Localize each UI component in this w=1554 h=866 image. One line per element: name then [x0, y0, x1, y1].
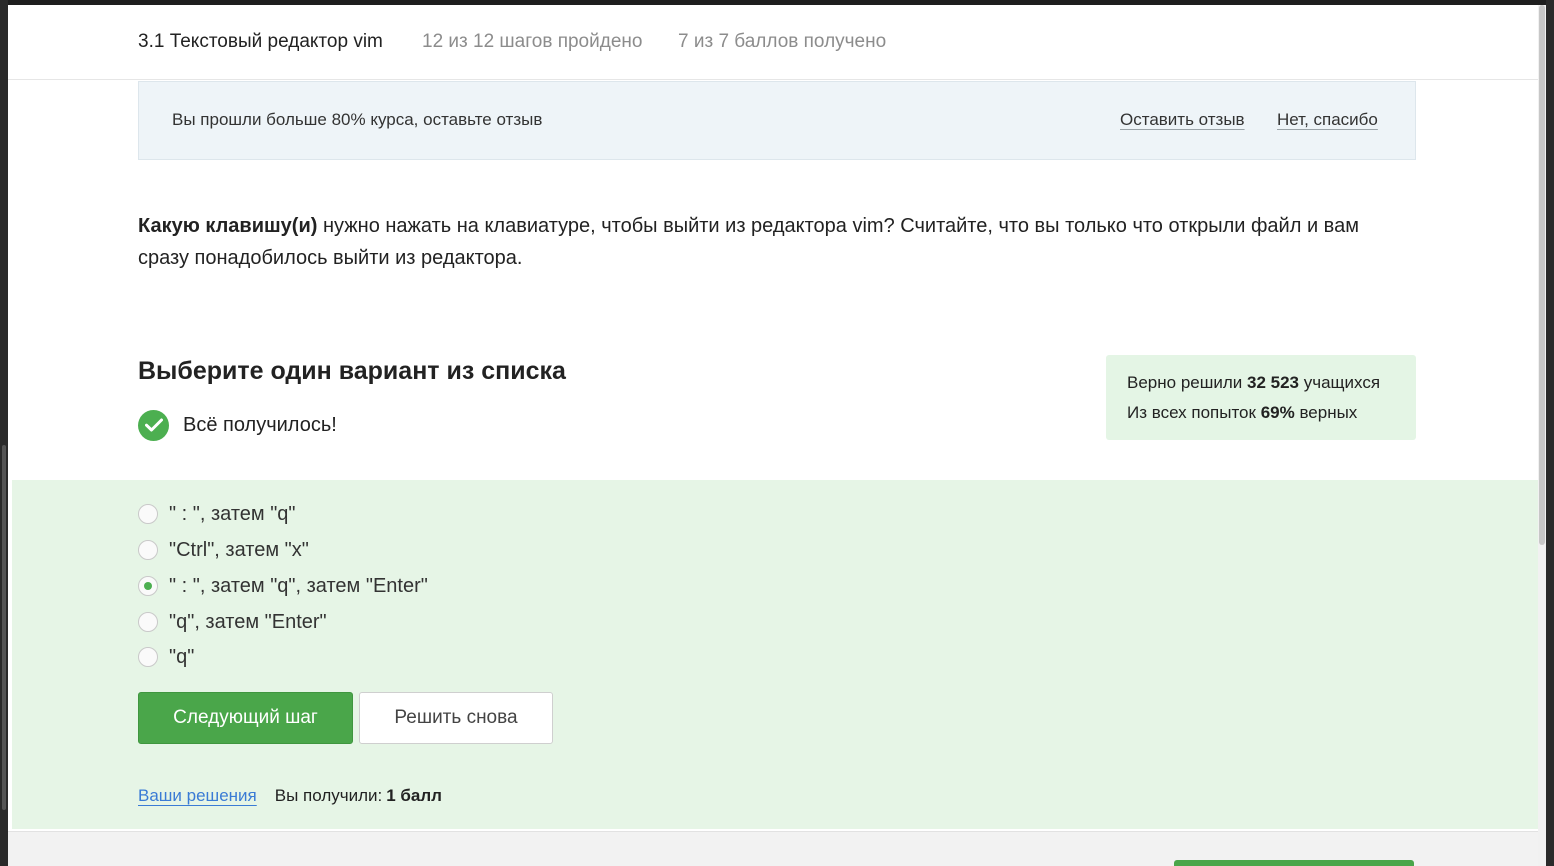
option-1[interactable]: " : ", затем "q"	[138, 501, 296, 527]
stats-box: Верно решили 32 523 учащихся Из всех поп…	[1106, 355, 1416, 440]
result-footer: Ваши решения Вы получили: 1 балл	[138, 786, 442, 806]
solved-suffix: учащихся	[1299, 373, 1381, 392]
success-message: Всё получилось!	[183, 413, 337, 436]
steps-progress: 12 из 12 шагов пройдено	[422, 31, 643, 52]
option-label: "q", затем "Enter"	[169, 610, 327, 633]
radio-button[interactable]	[138, 504, 158, 524]
radio-button[interactable]	[138, 647, 158, 667]
option-5[interactable]: "q"	[138, 644, 194, 670]
window-left-edge	[0, 0, 8, 866]
attempts-percent: 69%	[1260, 403, 1295, 422]
lesson-header: 3.1 Текстовый редактор vim 12 из 12 шаго…	[8, 5, 1546, 80]
solved-stat: Верно решили 32 523 учащихся	[1127, 373, 1380, 393]
attempts-stat: Из всех попыток 69% верных	[1127, 403, 1357, 423]
option-label: " : ", затем "q"	[169, 502, 296, 525]
option-2[interactable]: "Ctrl", затем "x"	[138, 537, 309, 563]
radio-button[interactable]	[138, 540, 158, 560]
window-left-edge-marker	[2, 445, 6, 810]
next-step-button[interactable]: Следующий шаг	[138, 692, 353, 744]
success-status: Всё получилось!	[138, 409, 337, 441]
radio-button[interactable]	[138, 612, 158, 632]
you-got-label: Вы получили:	[274, 786, 383, 805]
attempts-suffix: верных	[1294, 403, 1358, 422]
review-banner-message: Вы прошли больше 80% курса, оставьте отз…	[172, 110, 543, 129]
points-progress: 7 из 7 баллов получено	[678, 31, 887, 52]
your-solutions-link[interactable]: Ваши решения	[138, 786, 257, 806]
bottom-navigation-area	[8, 831, 1546, 866]
option-label: "Ctrl", затем "x"	[169, 538, 309, 561]
question-bold: Какую клавишу(и)	[138, 215, 318, 237]
window-right-edge	[1546, 0, 1554, 866]
bottom-next-button[interactable]	[1174, 860, 1414, 866]
check-circle-icon	[138, 409, 169, 441]
question-text: Какую клавишу(и) нужно нажать на клавиат…	[138, 210, 1398, 274]
answers-panel: " : ", затем "q" "Ctrl", затем "x" " : "…	[12, 480, 1542, 829]
scrollbar[interactable]	[1538, 5, 1546, 866]
page: 3.1 Текстовый редактор vim 12 из 12 шаго…	[8, 5, 1546, 866]
no-thanks-link[interactable]: Нет, спасибо	[1277, 110, 1378, 130]
quiz-title: Выберите один вариант из списка	[138, 357, 566, 385]
option-4[interactable]: "q", затем "Enter"	[138, 609, 327, 635]
lesson-title[interactable]: 3.1 Текстовый редактор vim	[138, 31, 383, 53]
scrollbar-thumb[interactable]	[1539, 5, 1545, 545]
solve-again-button[interactable]: Решить снова	[359, 692, 553, 744]
option-label: "q"	[169, 645, 195, 668]
option-3[interactable]: " : ", затем "q", затем "Enter"	[138, 573, 428, 599]
solved-count: 32 523	[1247, 373, 1299, 392]
attempts-prefix: Из всех попыток	[1127, 403, 1261, 422]
leave-review-link[interactable]: Оставить отзыв	[1120, 110, 1245, 130]
solved-prefix: Верно решили	[1127, 373, 1247, 392]
review-banner: Вы прошли больше 80% курса, оставьте отз…	[138, 81, 1416, 160]
score-value: 1 балл	[386, 786, 442, 805]
option-label: " : ", затем "q", затем "Enter"	[169, 574, 428, 597]
question-rest: нужно нажать на клавиатуре, чтобы выйти …	[138, 215, 1359, 269]
radio-button-selected[interactable]	[138, 576, 158, 596]
